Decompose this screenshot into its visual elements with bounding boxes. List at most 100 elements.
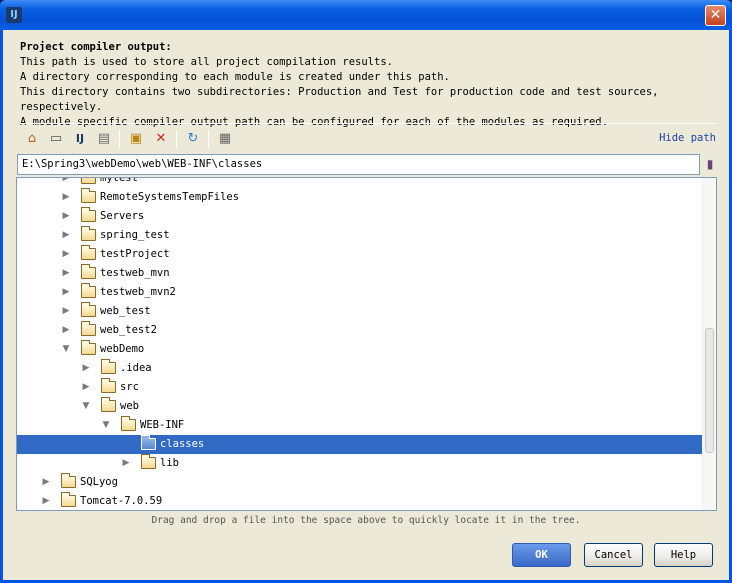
folder-icon bbox=[61, 492, 76, 507]
hide-path-link[interactable]: Hide path bbox=[659, 132, 716, 144]
tree-item-label: web_test2 bbox=[100, 324, 157, 336]
new-folder-icon[interactable]: ▣ bbox=[126, 129, 146, 149]
expand-arrow-icon[interactable]: ▶ bbox=[61, 286, 71, 298]
tree-item-label: mytest bbox=[100, 177, 138, 184]
toolbar-separator bbox=[119, 130, 120, 148]
expand-arrow-icon[interactable]: ▶ bbox=[61, 178, 71, 184]
title-bar[interactable]: IJ ✕ bbox=[0, 0, 732, 30]
expand-arrow-icon[interactable]: ▶ bbox=[121, 457, 131, 469]
tree-item-label: Servers bbox=[100, 210, 145, 222]
toolbar-separator bbox=[208, 130, 209, 148]
tree-row[interactable]: ▼ web bbox=[17, 397, 703, 416]
delete-icon[interactable]: ✕ bbox=[151, 129, 171, 149]
collapse-arrow-icon[interactable]: ▼ bbox=[81, 400, 91, 412]
desktop-icon[interactable]: ▭ bbox=[46, 129, 66, 149]
collapse-arrow-icon[interactable]: ▼ bbox=[61, 343, 71, 355]
dialog-window: IJ ✕ Project compiler output: This path … bbox=[0, 0, 732, 583]
expand-arrow-icon[interactable]: ▶ bbox=[61, 191, 71, 203]
folder-icon bbox=[81, 188, 96, 203]
folder-icon bbox=[81, 207, 96, 222]
folder-icon bbox=[101, 359, 116, 374]
tree-row[interactable]: ▼ WEB-INF bbox=[17, 416, 703, 435]
tree-row[interactable]: ▶ spring_test bbox=[17, 226, 703, 245]
tree-item-label: web_test bbox=[100, 305, 151, 317]
expand-arrow-icon[interactable]: ▶ bbox=[61, 324, 71, 336]
path-row: E:\Spring3\webDemo\web\WEB-INF\classes ▮ bbox=[17, 154, 717, 176]
tree-row[interactable]: ▶ mytest bbox=[17, 177, 703, 188]
file-chooser-toolbar: ⌂ ▭ IJ ▤ ▣ ✕ ↻ ▦ Hide path bbox=[20, 127, 716, 151]
tree-item-label: webDemo bbox=[100, 343, 145, 355]
tree-item-label: spring_test bbox=[100, 229, 170, 241]
description-panel: Project compiler output: This path is us… bbox=[20, 40, 720, 130]
help-button[interactable]: Help bbox=[654, 543, 713, 567]
cancel-button[interactable]: Cancel bbox=[584, 543, 643, 567]
tree-row[interactable]: ▶ lib bbox=[17, 454, 703, 473]
folder-icon bbox=[101, 378, 116, 393]
home-icon[interactable]: ⌂ bbox=[22, 129, 42, 149]
tree-item-label: .idea bbox=[120, 362, 152, 374]
description-heading: Project compiler output: bbox=[20, 41, 172, 53]
module-icon[interactable]: ▤ bbox=[94, 129, 114, 149]
history-icon[interactable]: ▮ bbox=[703, 154, 717, 175]
file-tree[interactable]: ▶ mytest ▶ RemoteSystemsTempFiles ▶ Serv… bbox=[16, 177, 717, 511]
folder-icon bbox=[81, 321, 96, 336]
drag-drop-hint: Drag and drop a file into the space abov… bbox=[151, 515, 581, 526]
tree-item-label: testProject bbox=[100, 248, 170, 260]
tree-row[interactable]: ▼ webDemo bbox=[17, 340, 703, 359]
toolbar-separator bbox=[176, 130, 177, 148]
expand-arrow-icon[interactable]: ▶ bbox=[41, 476, 51, 488]
folder-icon bbox=[81, 226, 96, 241]
folder-open-icon bbox=[121, 416, 136, 431]
folder-icon bbox=[141, 435, 156, 450]
tree-row[interactable]: ▶ src bbox=[17, 378, 703, 397]
tree-row[interactable]: ▶ web_test2 bbox=[17, 321, 703, 340]
ok-button[interactable]: OK bbox=[512, 543, 571, 567]
folder-icon bbox=[81, 178, 96, 184]
tree-row[interactable]: ▶ SQLyog bbox=[17, 473, 703, 492]
tree-scrollbar[interactable] bbox=[702, 178, 716, 510]
tree-row[interactable]: ▶ .idea bbox=[17, 359, 703, 378]
tree-row[interactable]: ▶ Tomcat-7.0.59 bbox=[17, 492, 703, 510]
tree-item-label: testweb_mvn bbox=[100, 267, 170, 279]
separator bbox=[20, 123, 716, 124]
intellij-app-icon: IJ bbox=[6, 7, 22, 23]
tree-row-selected[interactable]: classes bbox=[17, 435, 703, 454]
tree-item-label: SQLyog bbox=[80, 476, 118, 488]
folder-icon bbox=[81, 245, 96, 260]
tree-row[interactable]: ▶ testweb_mvn bbox=[17, 264, 703, 283]
tree-item-label: classes bbox=[160, 438, 205, 450]
expand-arrow-icon[interactable]: ▶ bbox=[61, 267, 71, 279]
tree-item-label: Tomcat-7.0.59 bbox=[80, 495, 163, 507]
expand-arrow-icon[interactable]: ▶ bbox=[61, 248, 71, 260]
dialog-content: Project compiler output: This path is us… bbox=[3, 30, 729, 580]
expand-arrow-icon[interactable]: ▶ bbox=[41, 495, 51, 507]
folder-icon bbox=[141, 454, 156, 469]
description-line: This path is used to store all project c… bbox=[20, 56, 393, 68]
expand-arrow-icon[interactable]: ▶ bbox=[81, 362, 91, 374]
expand-arrow-icon[interactable]: ▶ bbox=[61, 210, 71, 222]
collapse-arrow-icon[interactable]: ▼ bbox=[101, 419, 111, 431]
tree-row[interactable]: ▶ testProject bbox=[17, 245, 703, 264]
expand-arrow-icon[interactable]: ▶ bbox=[61, 305, 71, 317]
tree-row[interactable]: ▶ web_test bbox=[17, 302, 703, 321]
path-input[interactable]: E:\Spring3\webDemo\web\WEB-INF\classes bbox=[17, 154, 700, 175]
folder-icon bbox=[81, 283, 96, 298]
tree-item-label: WEB-INF bbox=[140, 419, 185, 431]
tree-item-label: web bbox=[120, 400, 139, 412]
tree-row[interactable]: ▶ testweb_mvn2 bbox=[17, 283, 703, 302]
folder-open-icon bbox=[81, 340, 96, 355]
tree-row[interactable]: ▶ RemoteSystemsTempFiles bbox=[17, 188, 703, 207]
project-icon[interactable]: IJ bbox=[70, 129, 90, 149]
scrollbar-thumb[interactable] bbox=[705, 328, 714, 453]
tree-item-label: src bbox=[120, 381, 139, 393]
close-button[interactable]: ✕ bbox=[705, 5, 726, 26]
show-hidden-icon[interactable]: ▦ bbox=[215, 129, 235, 149]
description-line: A directory corresponding to each module… bbox=[20, 71, 450, 83]
tree-row[interactable]: ▶ Servers bbox=[17, 207, 703, 226]
expand-arrow-icon[interactable]: ▶ bbox=[61, 229, 71, 241]
folder-icon bbox=[81, 302, 96, 317]
folder-open-icon bbox=[101, 397, 116, 412]
refresh-icon[interactable]: ↻ bbox=[183, 129, 203, 149]
expand-arrow-icon[interactable]: ▶ bbox=[81, 381, 91, 393]
tree-item-label: testweb_mvn2 bbox=[100, 286, 176, 298]
